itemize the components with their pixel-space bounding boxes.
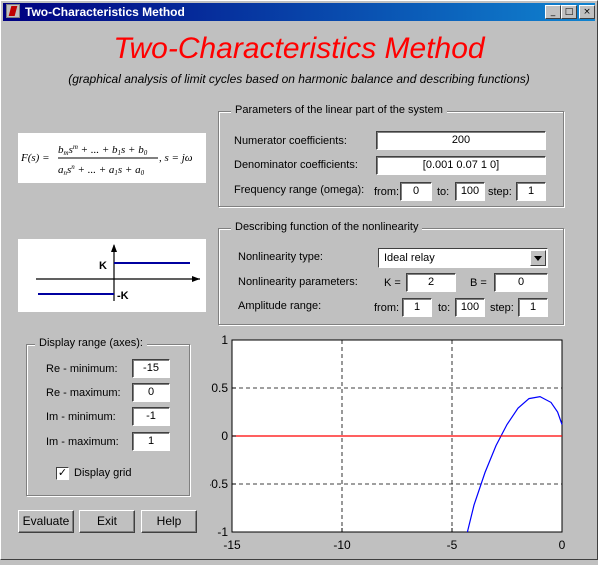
amp-step-label: step:	[490, 302, 514, 314]
re-max-label: Re - maximum:	[46, 387, 121, 399]
freq-step-input[interactable]: 1	[516, 182, 546, 201]
close-button[interactable]: ×	[579, 5, 595, 19]
amp-step-input[interactable]: 1	[518, 298, 548, 317]
nonlinearity-type-label: Nonlinearity type:	[238, 251, 323, 263]
re-min-input[interactable]: -15	[132, 359, 170, 378]
freq-from-input[interactable]: 0	[400, 182, 432, 201]
denominator-label: Denominator coefficients:	[234, 159, 358, 171]
freq-to-label: to:	[437, 186, 450, 198]
evaluate-button[interactable]: Evaluate	[18, 510, 74, 533]
y-tick-label: -1	[217, 525, 228, 539]
x-tick-label: -5	[447, 538, 458, 552]
linear-group-title: Parameters of the linear part of the sys…	[231, 104, 447, 116]
freq-step-label: step:	[488, 186, 512, 198]
nonlinearity-type-select[interactable]: Ideal relay	[378, 248, 548, 268]
nonlinearity-type-value: Ideal relay	[384, 252, 435, 264]
svg-text:ansn + ... + a1s + a0: ansn + ... + a1s + a0	[58, 163, 145, 177]
relay-neg-k-label: -K	[117, 290, 129, 302]
display-grid-checkbox[interactable]: ✓	[56, 467, 69, 480]
numerator-input[interactable]: 200	[376, 131, 546, 150]
help-button[interactable]: Help	[141, 510, 197, 533]
x-tick-label: -15	[223, 538, 241, 552]
svg-text:F(s) =: F(s) =	[20, 152, 50, 164]
nonlinearity-group-title: Describing function of the nonlinearity	[231, 221, 423, 233]
amplitude-label: Amplitude range:	[238, 300, 322, 312]
x-tick-label: -10	[333, 538, 351, 552]
frequency-label: Frequency range (omega):	[234, 184, 365, 196]
b-param-input[interactable]: 0	[494, 273, 548, 292]
transfer-function-formula: F(s) = bmsm + ... + b1s + b0 ansn + ... …	[18, 133, 206, 183]
display-grid-label: Display grid	[74, 467, 132, 479]
freq-from-label: from:	[374, 186, 400, 198]
denominator-input[interactable]: [0.001 0.07 1 0]	[376, 156, 546, 175]
y-tick-label: 0	[221, 429, 228, 443]
svg-text:bmsm + ... + b1s + b0: bmsm + ... + b1s + b0	[58, 143, 148, 157]
chevron-down-icon[interactable]	[530, 250, 546, 266]
main-title: Two-Characteristics Method	[113, 32, 485, 65]
y-tick-label: -0.5	[210, 477, 228, 491]
amp-to-input[interactable]: 100	[455, 298, 485, 317]
formula-svg: F(s) = bmsm + ... + b1s + b0 ansn + ... …	[20, 143, 193, 177]
nonlinearity-params-label: Nonlinearity parameters:	[238, 276, 358, 288]
freq-to-input[interactable]: 100	[455, 182, 485, 201]
im-max-input[interactable]: 1	[132, 432, 170, 451]
window-title: Two-Characteristics Method	[25, 5, 185, 19]
k-param-input[interactable]: 2	[406, 273, 456, 292]
amp-from-label: from:	[374, 302, 400, 314]
svg-text:, s = jω: , s = jω	[159, 152, 193, 164]
subtitle: (graphical analysis of limit cycles base…	[68, 72, 530, 86]
matlab-icon[interactable]	[6, 4, 20, 18]
exit-button[interactable]: Exit	[79, 510, 135, 533]
amp-to-label: to:	[438, 302, 451, 314]
nyquist-plot: -15 -10 -5 0 1 0.5 0 -0.5 -1	[207, 330, 598, 560]
maximize-button[interactable]: □	[561, 5, 577, 19]
plot-svg: -15 -10 -5 0 1 0.5 0 -0.5 -1	[207, 333, 566, 552]
im-min-label: Im - minimum:	[46, 411, 116, 423]
relay-k-label: K	[99, 260, 107, 272]
re-max-input[interactable]: 0	[132, 383, 170, 402]
re-min-label: Re - minimum:	[46, 363, 118, 375]
im-max-label: Im - maximum:	[46, 436, 119, 448]
nonlinearity-diagram: K -K	[18, 239, 206, 312]
minimize-button[interactable]: _	[545, 5, 561, 19]
y-axis-arrow	[111, 244, 117, 252]
b-param-label: B =	[470, 277, 487, 289]
title-bar[interactable]: Two-Characteristics Method _ □ ×	[3, 3, 595, 21]
numerator-label: Numerator coefficients:	[234, 135, 347, 147]
im-min-input[interactable]: -1	[132, 407, 170, 426]
x-tick-label: 0	[559, 538, 566, 552]
y-tick-label: 0.5	[211, 381, 228, 395]
y-tick-label: 1	[221, 333, 228, 347]
k-param-label: K =	[384, 277, 401, 289]
amp-from-input[interactable]: 1	[402, 298, 432, 317]
x-axis-arrow	[192, 276, 200, 282]
display-group-title: Display range (axes):	[35, 337, 147, 349]
relay-characteristic-svg: K -K	[36, 244, 200, 302]
